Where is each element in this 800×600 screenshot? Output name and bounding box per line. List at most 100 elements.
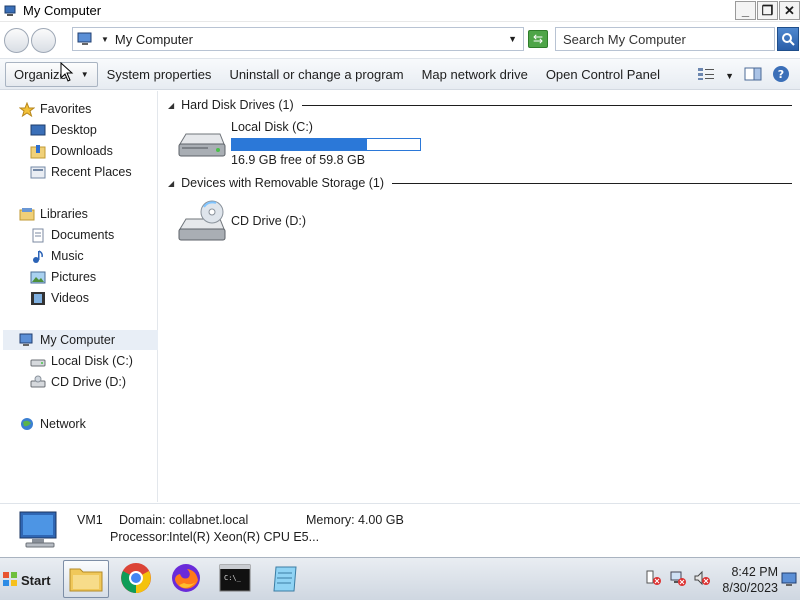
refresh-icon: ⇆: [532, 32, 544, 46]
libraries-icon: [19, 207, 35, 222]
windows-logo-icon: [2, 571, 18, 590]
taskbar-command-prompt[interactable]: C:\_: [212, 560, 258, 598]
star-icon: [18, 101, 36, 117]
chevron-down-icon: ▼: [80, 69, 89, 79]
volume-muted-icon[interactable]: [693, 569, 711, 590]
drive-name: Local Disk (C:): [231, 120, 313, 134]
firefox-icon: [170, 562, 202, 597]
computer-icon: [77, 32, 95, 46]
taskbar-chrome[interactable]: [113, 560, 159, 598]
sidebar-item-recent-places[interactable]: Recent Places: [30, 162, 132, 182]
drive-cd[interactable]: CD Drive (D:): [176, 199, 306, 245]
sidebar-item-label: Favorites: [40, 102, 92, 116]
removable-storage-group[interactable]: ◢ Devices with Removable Storage (1): [168, 176, 792, 190]
sidebar-item-desktop[interactable]: Desktop: [30, 120, 97, 140]
cd-drive-icon: [30, 375, 46, 390]
disk-usage-fill: [232, 139, 367, 150]
refresh-button[interactable]: ⇆: [528, 30, 548, 48]
network-status-icon[interactable]: [669, 569, 687, 590]
search-placeholder: Search My Computer: [563, 31, 686, 47]
collapse-triangle-icon[interactable]: ◢: [168, 101, 174, 110]
sidebar-item-pictures[interactable]: Pictures: [30, 267, 96, 287]
show-desktop-icon[interactable]: [781, 572, 797, 589]
uninstall-program-button[interactable]: Uninstall or change a program: [220, 67, 412, 82]
back-button[interactable]: [4, 27, 29, 53]
sidebar-item-network[interactable]: Network: [19, 414, 86, 434]
processor-label: Processor:: [110, 530, 170, 544]
address-bar[interactable]: ▼ My Computer ▼: [72, 27, 524, 51]
sidebar-item-label: Recent Places: [51, 165, 132, 179]
map-network-drive-button[interactable]: Map network drive: [413, 67, 537, 82]
title-bar: My Computer _ ❐ ✕: [0, 0, 800, 22]
mouse-cursor: [60, 61, 74, 85]
collapse-triangle-icon[interactable]: ◢: [168, 179, 174, 188]
hard-drive-icon: [30, 354, 46, 369]
sidebar-item-favorites[interactable]: Favorites: [18, 99, 92, 119]
address-location: My Computer: [114, 31, 193, 47]
computer-name: VM1: [77, 513, 103, 527]
sidebar-item-local-disk[interactable]: Local Disk (C:): [30, 351, 133, 371]
address-dropdown-icon[interactable]: ▼: [508, 34, 517, 44]
close-button[interactable]: ✕: [779, 1, 800, 20]
processor-value: Intel(R) Xeon(R) CPU E5...: [169, 530, 320, 544]
sidebar-item-label: Desktop: [51, 123, 97, 137]
sidebar-item-music[interactable]: Music: [30, 246, 84, 266]
sidebar-item-label: CD Drive (D:): [51, 375, 126, 389]
taskbar: Start C:\_ 8:42 PM 8/30/2023: [0, 557, 800, 600]
search-input[interactable]: Search My Computer: [555, 27, 775, 51]
chevron-down-icon[interactable]: ▼: [101, 35, 109, 44]
search-icon: [782, 33, 795, 46]
group-title: Hard Disk Drives (1): [181, 98, 294, 112]
clock[interactable]: 8:42 PM 8/30/2023: [710, 564, 778, 596]
downloads-folder-icon: [30, 144, 46, 159]
sidebar-item-libraries[interactable]: Libraries: [19, 204, 88, 224]
folder-icon: [68, 563, 104, 596]
hard-disk-drives-group[interactable]: ◢ Hard Disk Drives (1): [168, 98, 792, 112]
sidebar-item-videos[interactable]: Videos: [30, 288, 89, 308]
group-title: Devices with Removable Storage (1): [181, 176, 385, 190]
action-center-icon[interactable]: [645, 569, 663, 590]
search-button[interactable]: [777, 27, 799, 51]
organize-button[interactable]: Organize ▼: [5, 61, 98, 87]
pictures-icon: [30, 270, 46, 285]
details-pane: VM1 Domain: collabnet.local Memory: 4.00…: [0, 503, 800, 556]
recent-places-icon: [30, 165, 46, 180]
cd-drive-icon: [176, 199, 226, 245]
organize-label: Organize: [14, 66, 67, 82]
sidebar-item-label: Downloads: [51, 144, 113, 158]
domain-label: Domain:: [119, 513, 166, 527]
clock-date: 8/30/2023: [722, 581, 778, 595]
system-properties-button[interactable]: System properties: [98, 67, 221, 82]
taskbar-notepad[interactable]: [262, 560, 308, 598]
command-prompt-icon: C:\_: [219, 564, 251, 595]
hard-drive-icon: [176, 120, 226, 166]
navigation-pane: Favorites Desktop Downloads Recent Place…: [0, 91, 158, 502]
svg-text:?: ?: [778, 68, 784, 81]
sidebar-item-my-computer[interactable]: My Computer: [3, 330, 158, 350]
taskbar-firefox[interactable]: [163, 560, 209, 598]
chrome-icon: [120, 562, 152, 597]
preview-pane-icon[interactable]: [744, 67, 762, 84]
sidebar-item-label: Pictures: [51, 270, 97, 284]
command-bar: Organize ▼ System properties Uninstall o…: [0, 58, 800, 90]
disk-usage-bar: [231, 138, 421, 151]
drive-free-space: 16.9 GB free of 59.8 GB: [231, 153, 366, 167]
sidebar-item-documents[interactable]: Documents: [30, 225, 114, 245]
help-icon[interactable]: ?: [772, 65, 790, 86]
view-options-icon[interactable]: [697, 67, 715, 84]
group-divider: [392, 182, 792, 184]
sidebar-item-downloads[interactable]: Downloads: [30, 141, 113, 161]
sidebar-item-cd-drive[interactable]: CD Drive (D:): [30, 372, 126, 392]
network-icon: [19, 417, 35, 432]
forward-button[interactable]: [31, 27, 56, 53]
desktop-icon: [30, 123, 46, 138]
clock-time: 8:42 PM: [731, 565, 778, 579]
view-dropdown-icon[interactable]: ▼: [725, 71, 734, 81]
start-button[interactable]: Start: [2, 566, 54, 594]
memory-label: Memory:: [306, 513, 355, 527]
maximize-button[interactable]: ❐: [757, 1, 778, 20]
minimize-button[interactable]: _: [735, 1, 756, 20]
open-control-panel-button[interactable]: Open Control Panel: [537, 67, 669, 82]
taskbar-explorer[interactable]: [63, 560, 109, 598]
drive-local-disk[interactable]: Local Disk (C:) 16.9 GB free of 59.8 GB: [176, 120, 421, 167]
